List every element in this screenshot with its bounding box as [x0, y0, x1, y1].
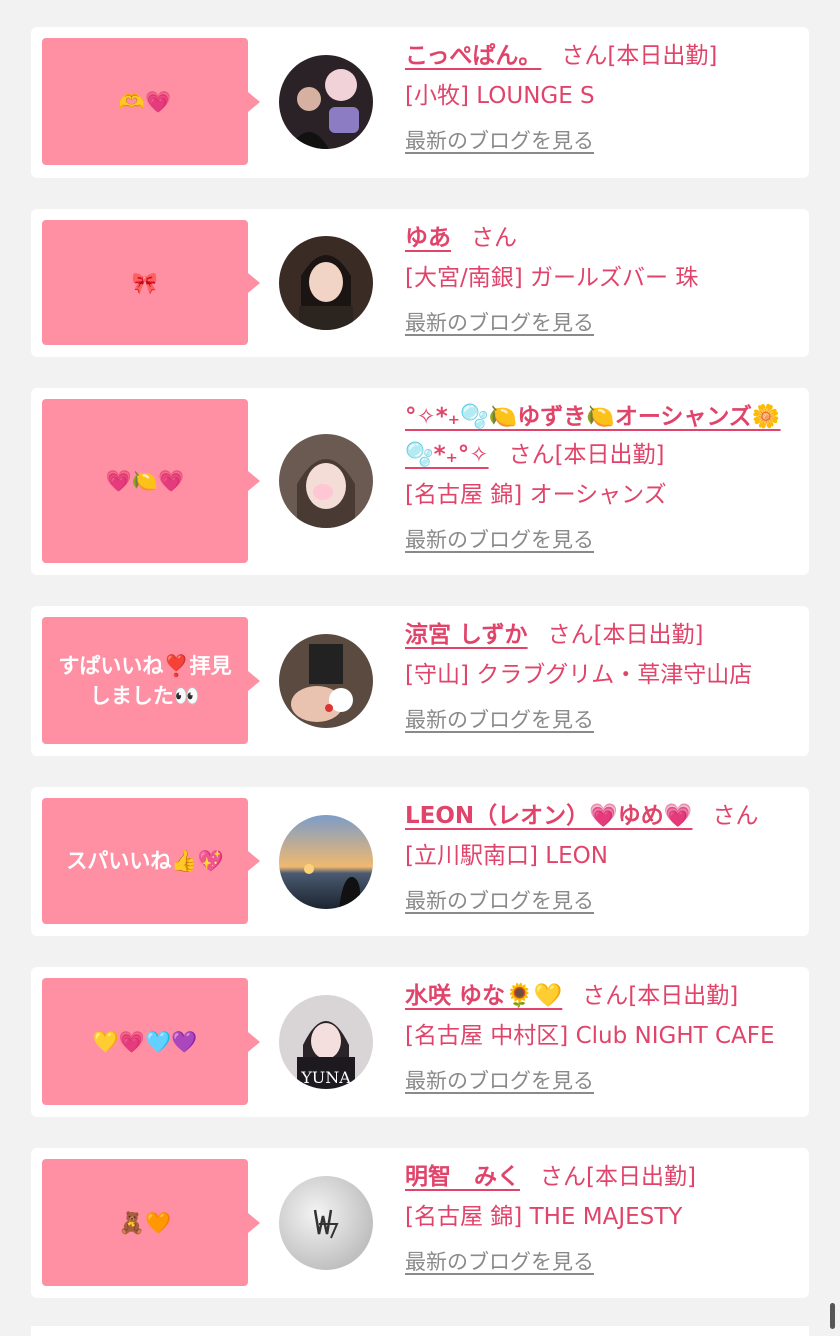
comment-card: すぱいいね❣️拝見しました👀 涼宮 しずか さん[本日出勤] [守山] クラブグリ…: [31, 606, 809, 756]
shop-name: [立川駅南口] LEON: [405, 843, 608, 869]
shop-name: [名古屋 錦] THE MAJESTY: [405, 1204, 683, 1230]
comment-bubble: スパいいね👍💖: [42, 798, 260, 924]
shop-name: [大宮/南銀] ガールズバー 珠: [405, 265, 699, 291]
status-badge: [本日出勤]: [628, 983, 739, 1009]
honorific: さん: [471, 225, 517, 251]
avatar-photo-icon: YUNA: [279, 995, 373, 1089]
shop-name: [守山] クラブグリム・草津守山店: [405, 662, 753, 688]
comment-card: 🎀 ゆあ さん [大宮/南銀] ガールズバー 珠 最新のブログを見る: [31, 209, 809, 357]
honorific: さん: [712, 803, 759, 829]
card-info: ゆあ さん [大宮/南銀] ガールズバー 珠 最新のブログを見る: [405, 219, 799, 337]
girl-name-link[interactable]: 涼宮 しずか: [405, 622, 528, 648]
comment-message: 💛💗🩵💜: [92, 1029, 198, 1054]
status-badge: [本日出勤]: [593, 622, 704, 648]
avatar-photo-icon: [279, 815, 373, 909]
honorific: さん: [508, 442, 555, 468]
comment-card-partial: [31, 1326, 809, 1336]
honorific: さん: [582, 983, 629, 1009]
status-badge: [本日出勤]: [586, 1164, 696, 1190]
avatar[interactable]: [279, 434, 373, 528]
comment-bubble: 🧸🧡: [42, 1159, 260, 1286]
honorific: さん: [547, 622, 594, 648]
avatar-photo-icon: [279, 434, 373, 528]
blog-link[interactable]: 最新のブログを見る: [405, 885, 594, 915]
honorific: さん: [561, 43, 608, 69]
blog-link[interactable]: 最新のブログを見る: [405, 1065, 594, 1095]
blog-link[interactable]: 最新のブログを見る: [405, 524, 594, 554]
avatar-photo-icon: [279, 55, 373, 149]
avatar[interactable]: YUNA: [279, 995, 373, 1089]
card-info: °✧*₊🫧🍋ゆずき🍋オーシャンズ🌼🫧*₊°✧ さん[本日出勤] [名古屋 錦] オ…: [405, 398, 799, 554]
comment-bubble: 🎀: [42, 220, 260, 345]
comment-card: スパいいね👍💖 LEON（レオン）💗ゆめ💗 さん [立川駅南口] LEON 最新…: [31, 787, 809, 936]
comment-message: 🎀: [131, 270, 159, 295]
avatar[interactable]: [279, 55, 373, 149]
avatar-photo-icon: [279, 236, 373, 330]
card-info: 明智 みく さん[本日出勤] [名古屋 錦] THE MAJESTY 最新のブログ…: [405, 1158, 799, 1276]
avatar-photo-icon: [279, 634, 373, 728]
honorific: さん: [540, 1164, 586, 1190]
shop-name: [名古屋 中村区] Club NIGHT CAFE: [405, 1023, 775, 1049]
avatar[interactable]: [279, 236, 373, 330]
girl-name-link[interactable]: 水咲 ゆな🌻💛: [405, 983, 562, 1009]
blog-link[interactable]: 最新のブログを見る: [405, 704, 594, 734]
comment-bubble: 🫶💗: [42, 38, 260, 165]
comment-message: すぱいいね❣️拝見しました👀: [58, 653, 232, 708]
comment-message: 🧸🧡: [118, 1210, 172, 1235]
comment-card: 💛💗🩵💜 YUNA 水咲 ゆな🌻💛 さん[本日出勤] [名古屋 中村区] Club…: [31, 967, 809, 1117]
card-info: 涼宮 しずか さん[本日出勤] [守山] クラブグリム・草津守山店 最新のブログを…: [405, 616, 799, 734]
girl-name-link[interactable]: ゆあ: [405, 225, 451, 251]
card-info: LEON（レオン）💗ゆめ💗 さん [立川駅南口] LEON 最新のブログを見る: [405, 797, 799, 915]
avatar[interactable]: [279, 634, 373, 728]
comment-message: 💗🍋💗: [105, 469, 185, 493]
comment-message: スパいいね👍💖: [66, 849, 224, 873]
shop-name: [小牧] LOUNGE S: [405, 83, 595, 109]
girl-name-link[interactable]: こっぺぱん。: [405, 43, 541, 69]
girl-name-link[interactable]: LEON（レオン）💗ゆめ💗: [405, 803, 692, 829]
card-info: こっぺぱん。 さん[本日出勤] [小牧] LOUNGE S 最新のブログを見る: [405, 37, 799, 155]
avatar[interactable]: [279, 815, 373, 909]
status-badge: [本日出勤]: [607, 43, 718, 69]
comment-bubble: 💛💗🩵💜: [42, 978, 260, 1105]
card-info: 水咲 ゆな🌻💛 さん[本日出勤] [名古屋 中村区] Club NIGHT CAF…: [405, 977, 799, 1095]
shop-name: [名古屋 錦] オーシャンズ: [405, 482, 667, 508]
comment-card: 🧸🧡 明智 みく さん[本日出勤] [名古屋 錦] THE MAJESTY 最新…: [31, 1148, 809, 1298]
comment-card: 💗🍋💗 °✧*₊🫧🍋ゆずき🍋オーシャンズ🌼🫧*₊°✧ さん[本日出勤] [名古屋 …: [31, 388, 809, 575]
comment-card: 🫶💗 こっぺぱん。 さん[本日出勤] [小牧] LOUNGE S 最新のブログを見…: [31, 27, 809, 178]
girl-name-link[interactable]: 明智 みく: [405, 1164, 520, 1190]
comment-message: 🫶💗: [118, 89, 172, 114]
comment-bubble: 💗🍋💗: [42, 399, 260, 563]
blog-link[interactable]: 最新のブログを見る: [405, 307, 594, 337]
comment-bubble: すぱいいね❣️拝見しました👀: [42, 617, 260, 744]
blog-link[interactable]: 最新のブログを見る: [405, 1246, 594, 1276]
scrollbar[interactable]: [830, 1303, 835, 1329]
status-badge: [本日出勤]: [554, 442, 665, 468]
avatar-text: YUNA: [300, 1068, 351, 1087]
avatar[interactable]: [279, 1176, 373, 1270]
avatar-logo-icon: [279, 1176, 373, 1270]
blog-link[interactable]: 最新のブログを見る: [405, 125, 594, 155]
